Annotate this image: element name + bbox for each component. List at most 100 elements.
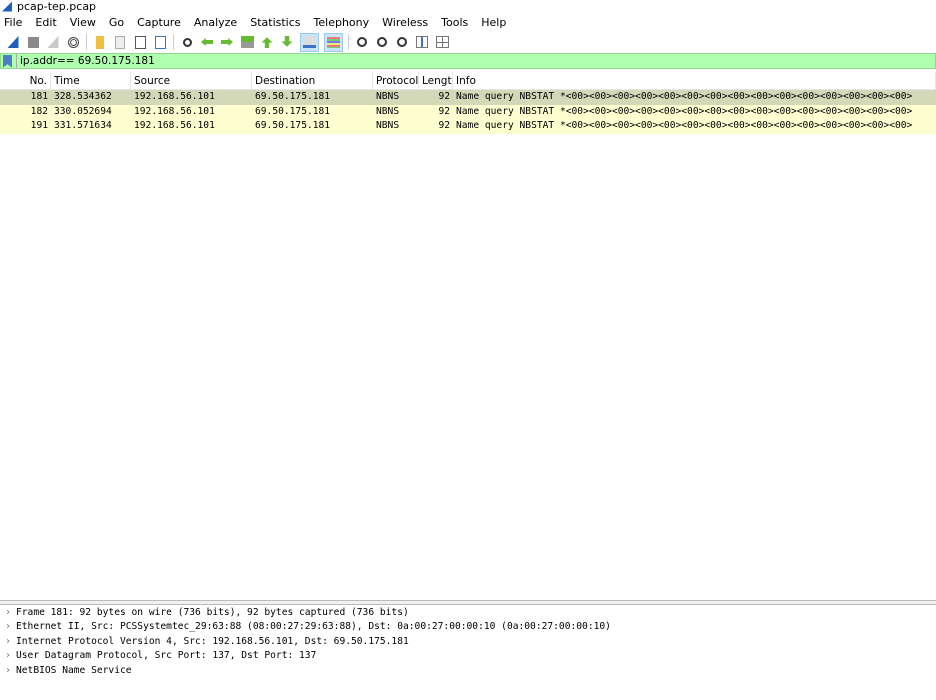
packet-proto: NBNS xyxy=(376,120,400,131)
detail-text: User Datagram Protocol, Src Port: 137, D… xyxy=(16,650,317,662)
menu-bar: File Edit View Go Capture Analyze Statistics Te… xyxy=(0,14,936,31)
start-capture-button[interactable] xyxy=(6,35,21,50)
go-back-button[interactable] xyxy=(200,35,215,50)
expand-chevron-icon[interactable]: › xyxy=(0,636,16,647)
zoom-in-icon xyxy=(357,37,367,47)
reload-file-button[interactable] xyxy=(153,35,168,50)
packet-list: No.TimeSourceDestinationProtocolLengthIn… xyxy=(0,72,936,134)
restart-capture-button[interactable] xyxy=(46,35,61,50)
packet-time: 331.571634 xyxy=(54,120,112,131)
go-first-button[interactable] xyxy=(260,35,275,50)
layout-button[interactable] xyxy=(435,35,450,50)
packet-len: 92 xyxy=(438,105,450,117)
zoom-in-button[interactable] xyxy=(355,35,370,50)
menu-tools[interactable]: Tools xyxy=(441,16,468,29)
go-to-packet-icon xyxy=(240,36,254,48)
packet-no: 191 xyxy=(30,120,48,131)
toolbar-separator xyxy=(348,34,349,50)
close-file-button[interactable] xyxy=(133,35,148,50)
column-header-info[interactable]: Info xyxy=(453,72,936,89)
packet-src: 192.168.56.101 xyxy=(134,120,215,131)
packet-len: 92 xyxy=(438,91,450,102)
save-file-button[interactable] xyxy=(113,35,128,50)
resize-columns-button[interactable] xyxy=(415,35,430,50)
autoscroll-icon xyxy=(302,36,316,48)
packet-row[interactable]: 191 331.571634 192.168.56.101 69.50.175.181… xyxy=(0,119,936,134)
zoom-normal-button[interactable] xyxy=(395,35,410,50)
detail-tree-item[interactable]: › Frame 181: 92 bytes on wire (736 bits),… xyxy=(0,605,936,620)
packet-src: 192.168.56.101 xyxy=(134,105,215,117)
detail-text: Internet Protocol Version 4, Src: 192.16… xyxy=(16,635,409,647)
menu-analyze[interactable]: Analyze xyxy=(194,16,237,29)
packet-no: 182 xyxy=(30,105,48,117)
autoscroll-button[interactable] xyxy=(299,32,319,52)
column-header-source[interactable]: Source xyxy=(131,72,252,89)
column-header-destination[interactable]: Destination xyxy=(252,72,373,89)
packet-row[interactable]: 182 330.052694 192.168.56.101 69.50.175.181… xyxy=(0,104,936,119)
layout-icon xyxy=(435,36,449,48)
packet-proto: NBNS xyxy=(376,105,400,117)
column-header-length[interactable]: Length xyxy=(419,72,453,89)
detail-tree-item[interactable]: › User Datagram Protocol, Src Port: 137, … xyxy=(0,649,936,664)
find-packet-icon xyxy=(182,37,192,47)
column-header-protocol[interactable]: Protocol xyxy=(373,72,419,89)
packet-details: › Frame 181: 92 bytes on wire (736 bits),… xyxy=(0,605,936,700)
menu-view[interactable]: View xyxy=(70,16,96,29)
expand-chevron-icon[interactable]: › xyxy=(0,665,16,676)
zoom-out-button[interactable] xyxy=(375,35,390,50)
detail-tree-item[interactable]: › NetBIOS Name Service xyxy=(0,663,936,678)
detail-text: Ethernet II, Src: PCSSystemtec_29:63:88 … xyxy=(16,621,611,633)
menu-file[interactable]: File xyxy=(4,16,22,29)
column-header-time[interactable]: Time xyxy=(51,72,131,89)
detail-text: Frame 181: 92 bytes on wire (736 bits), … xyxy=(16,606,409,618)
packet-info: Name query NBSTAT *<00><00><00><00><00><… xyxy=(456,91,913,102)
packet-dst: 69.50.175.181 xyxy=(255,120,331,131)
open-file-icon xyxy=(96,35,104,49)
go-forward-icon xyxy=(221,38,233,46)
display-filter-input[interactable] xyxy=(16,54,916,68)
detail-text: NetBIOS Name Service xyxy=(16,664,132,676)
go-forward-button[interactable] xyxy=(220,35,235,50)
menu-help[interactable]: Help xyxy=(481,16,506,29)
menu-edit[interactable]: Edit xyxy=(35,16,56,29)
menu-go[interactable]: Go xyxy=(109,16,124,29)
colorize-icon xyxy=(326,36,340,48)
open-file-button[interactable] xyxy=(93,35,108,50)
go-to-packet-button[interactable] xyxy=(240,35,255,50)
stop-capture-button[interactable] xyxy=(26,35,41,50)
reload-file-icon xyxy=(154,35,166,49)
title-bar: pcap-tep.pcap xyxy=(0,0,936,13)
colorize-button[interactable] xyxy=(323,32,343,52)
bookmark-icon[interactable] xyxy=(3,54,12,68)
column-header-no[interactable]: No. xyxy=(0,72,51,89)
packet-row[interactable]: 181 328.534362 192.168.56.101 69.50.175.181… xyxy=(0,90,936,105)
menu-telephony[interactable]: Telephony xyxy=(314,16,370,29)
find-packet-button[interactable] xyxy=(180,35,195,50)
restart-capture-icon xyxy=(47,36,59,48)
capture-options-button[interactable] xyxy=(66,35,81,50)
packet-time: 328.534362 xyxy=(54,91,112,102)
expand-chevron-icon[interactable]: › xyxy=(0,621,16,632)
menu-wireless[interactable]: Wireless xyxy=(382,16,428,29)
packet-no: 181 xyxy=(30,91,48,102)
packet-info: Name query NBSTAT *<00><00><00><00><00><… xyxy=(456,120,913,131)
packet-list-header: No.TimeSourceDestinationProtocolLengthIn… xyxy=(0,72,936,90)
main-toolbar xyxy=(0,31,936,53)
window-title: pcap-tep.pcap xyxy=(17,0,97,13)
capture-options-icon xyxy=(67,36,79,48)
expand-chevron-icon[interactable]: › xyxy=(0,607,16,618)
save-file-icon xyxy=(115,35,125,49)
detail-tree-item[interactable]: › Internet Protocol Version 4, Src: 192.1… xyxy=(0,634,936,649)
go-last-button[interactable] xyxy=(280,35,295,50)
zoom-out-icon xyxy=(377,37,387,47)
packet-time: 330.052694 xyxy=(54,105,112,117)
menu-statistics[interactable]: Statistics xyxy=(250,16,300,29)
go-last-icon xyxy=(281,36,293,47)
packet-src: 192.168.56.101 xyxy=(134,91,215,102)
packet-dst: 69.50.175.181 xyxy=(255,91,331,102)
expand-chevron-icon[interactable]: › xyxy=(0,650,16,661)
detail-tree-item[interactable]: › Ethernet II, Src: PCSSystemtec_29:63:88… xyxy=(0,620,936,635)
menu-capture[interactable]: Capture xyxy=(137,16,181,29)
toolbar-separator xyxy=(86,34,87,50)
display-filter-bar xyxy=(0,53,936,69)
